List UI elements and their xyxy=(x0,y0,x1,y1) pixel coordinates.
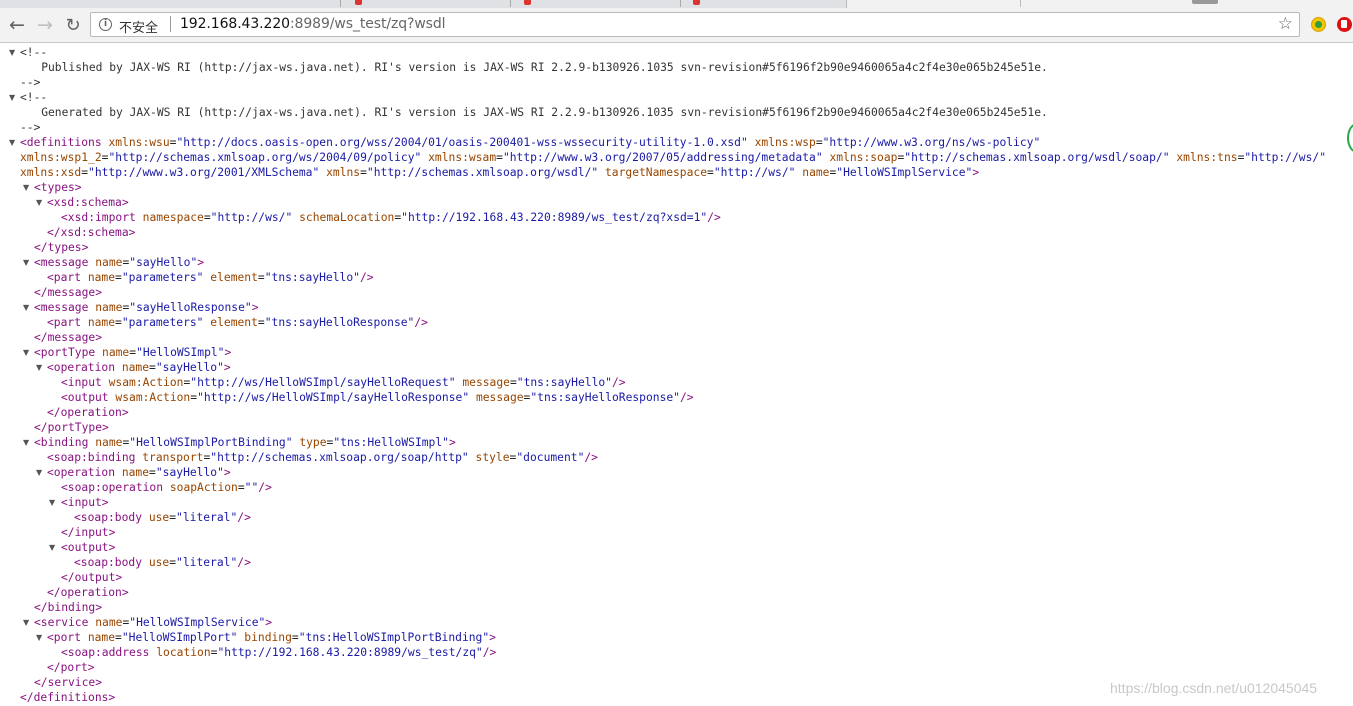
definitions-open-2: xmlns:wsp1_2="http://schemas.xmlsoap.org… xyxy=(20,151,1326,164)
message-part: <part name="parameters" element="tns:say… xyxy=(47,316,428,329)
output-close: </output> xyxy=(61,571,123,584)
security-label[interactable]: 不安全 xyxy=(119,17,158,36)
comment-generated: Generated by JAX-WS RI (http://jax-ws.ja… xyxy=(14,106,1048,119)
operation-input: <input wsam:Action="http://ws/HelloWSImp… xyxy=(61,376,626,389)
comment-open: <!-- xyxy=(20,91,48,104)
omnibox-separator xyxy=(170,16,171,32)
operation-open: <operation name="sayHello"> xyxy=(47,466,231,479)
message-close: </message> xyxy=(34,286,103,299)
comment-open: <!-- xyxy=(20,46,48,59)
collapse-arrow-icon[interactable]: ▼ xyxy=(23,615,33,630)
soap-body: <soap:body use="literal"/> xyxy=(74,556,251,569)
definitions-open-3: xmlns:xsd="http://www.w3.org/2001/XMLSch… xyxy=(20,166,980,179)
port-close: </port> xyxy=(47,661,95,674)
comment-published: Published by JAX-WS RI (http://jax-ws.ja… xyxy=(14,61,1048,74)
collapse-arrow-icon[interactable]: ▼ xyxy=(9,90,19,105)
collapse-arrow-icon[interactable]: ▼ xyxy=(49,495,59,510)
soap-body: <soap:body use="literal"/> xyxy=(74,511,251,524)
collapse-arrow-icon[interactable]: ▼ xyxy=(23,345,33,360)
message-part: <part name="parameters" element="tns:say… xyxy=(47,271,374,284)
url-host: 192.168.43.220 xyxy=(180,16,290,32)
operation-output: <output wsam:Action="http://ws/HelloWSIm… xyxy=(61,391,694,404)
tab-divider xyxy=(510,0,511,7)
output-open: <output> xyxy=(61,541,116,554)
definitions-close: </definitions> xyxy=(20,691,116,704)
operation-close: </operation> xyxy=(47,586,129,599)
message-close: </message> xyxy=(34,331,103,344)
tab-favicon[interactable] xyxy=(355,0,362,5)
new-tab-button[interactable] xyxy=(1192,0,1218,4)
comment-close: --> xyxy=(20,121,41,134)
back-icon[interactable]: ← xyxy=(6,14,28,36)
message-open: <message name="sayHelloResponse"> xyxy=(34,301,259,314)
xml-viewer: ▼ <!-- Published by JAX-WS RI (http://ja… xyxy=(0,44,1353,706)
reload-icon[interactable]: ↻ xyxy=(62,14,84,36)
definitions-open-1: <definitions xmlns:wsu="http://docs.oasi… xyxy=(20,136,1041,149)
address-bar[interactable]: i 不安全 192.168.43.220:8989/ws_test/zq?wsd… xyxy=(90,12,1300,37)
collapse-arrow-icon[interactable]: ▼ xyxy=(23,255,33,270)
schema-open: <xsd:schema> xyxy=(47,196,129,209)
input-open: <input> xyxy=(61,496,109,509)
soap-binding: <soap:binding transport="http://schemas.… xyxy=(47,451,598,464)
input-close: </input> xyxy=(61,526,116,539)
active-tab[interactable] xyxy=(846,0,1353,8)
collapse-arrow-icon[interactable]: ▼ xyxy=(36,360,46,375)
port-open: <port name="HelloWSImplPort" binding="tn… xyxy=(47,631,496,644)
service-close: </service> xyxy=(34,676,103,689)
extension-red-icon[interactable] xyxy=(1337,17,1352,32)
porttype-close: </portType> xyxy=(34,421,109,434)
xsd-import: <xsd:import namespace="http://ws/" schem… xyxy=(61,211,721,224)
url-text[interactable]: 192.168.43.220:8989/ws_test/zq?wsdl xyxy=(180,16,446,32)
watermark: https://blog.csdn.net/u012045045 xyxy=(1110,680,1318,696)
browser-toolbar: ← → ↻ i 不安全 192.168.43.220:8989/ws_test/… xyxy=(0,8,1353,43)
soap-operation: <soap:operation soapAction=""/> xyxy=(61,481,272,494)
tab-favicon[interactable] xyxy=(693,0,700,5)
extension-icon[interactable] xyxy=(1311,17,1326,32)
operation-open: <operation name="sayHello"> xyxy=(47,361,231,374)
binding-close: </binding> xyxy=(34,601,103,614)
service-open: <service name="HelloWSImplService"> xyxy=(34,616,273,629)
side-widget[interactable] xyxy=(1347,123,1353,153)
collapse-arrow-icon[interactable]: ▼ xyxy=(23,180,33,195)
tab-strip xyxy=(0,0,1353,8)
collapse-arrow-icon[interactable]: ▼ xyxy=(36,195,46,210)
collapse-arrow-icon[interactable]: ▼ xyxy=(9,45,19,60)
message-open: <message name="sayHello"> xyxy=(34,256,205,269)
collapse-arrow-icon[interactable]: ▼ xyxy=(23,435,33,450)
porttype-open: <portType name="HelloWSImpl"> xyxy=(34,346,232,359)
url-path: :8989/ws_test/zq?wsdl xyxy=(289,16,446,32)
comment-close: --> xyxy=(20,76,41,89)
schema-close: </xsd:schema> xyxy=(47,226,136,239)
types-close: </types> xyxy=(34,241,89,254)
tab-divider xyxy=(340,0,341,7)
collapse-arrow-icon[interactable]: ▼ xyxy=(36,630,46,645)
operation-close: </operation> xyxy=(47,406,129,419)
binding-open: <binding name="HelloWSImplPortBinding" t… xyxy=(34,436,456,449)
tab-favicon[interactable] xyxy=(524,0,531,5)
tab-divider xyxy=(680,0,681,7)
collapse-arrow-icon[interactable]: ▼ xyxy=(9,135,19,150)
types-open: <types> xyxy=(34,181,82,194)
collapse-arrow-icon[interactable]: ▼ xyxy=(23,300,33,315)
star-icon[interactable]: ☆ xyxy=(1278,14,1293,34)
soap-address: <soap:address location="http://192.168.4… xyxy=(61,646,497,659)
forward-icon[interactable]: → xyxy=(34,14,56,36)
collapse-arrow-icon[interactable]: ▼ xyxy=(36,465,46,480)
collapse-arrow-icon[interactable]: ▼ xyxy=(49,540,59,555)
info-icon[interactable]: i xyxy=(99,18,112,31)
tab-divider xyxy=(1020,0,1021,7)
